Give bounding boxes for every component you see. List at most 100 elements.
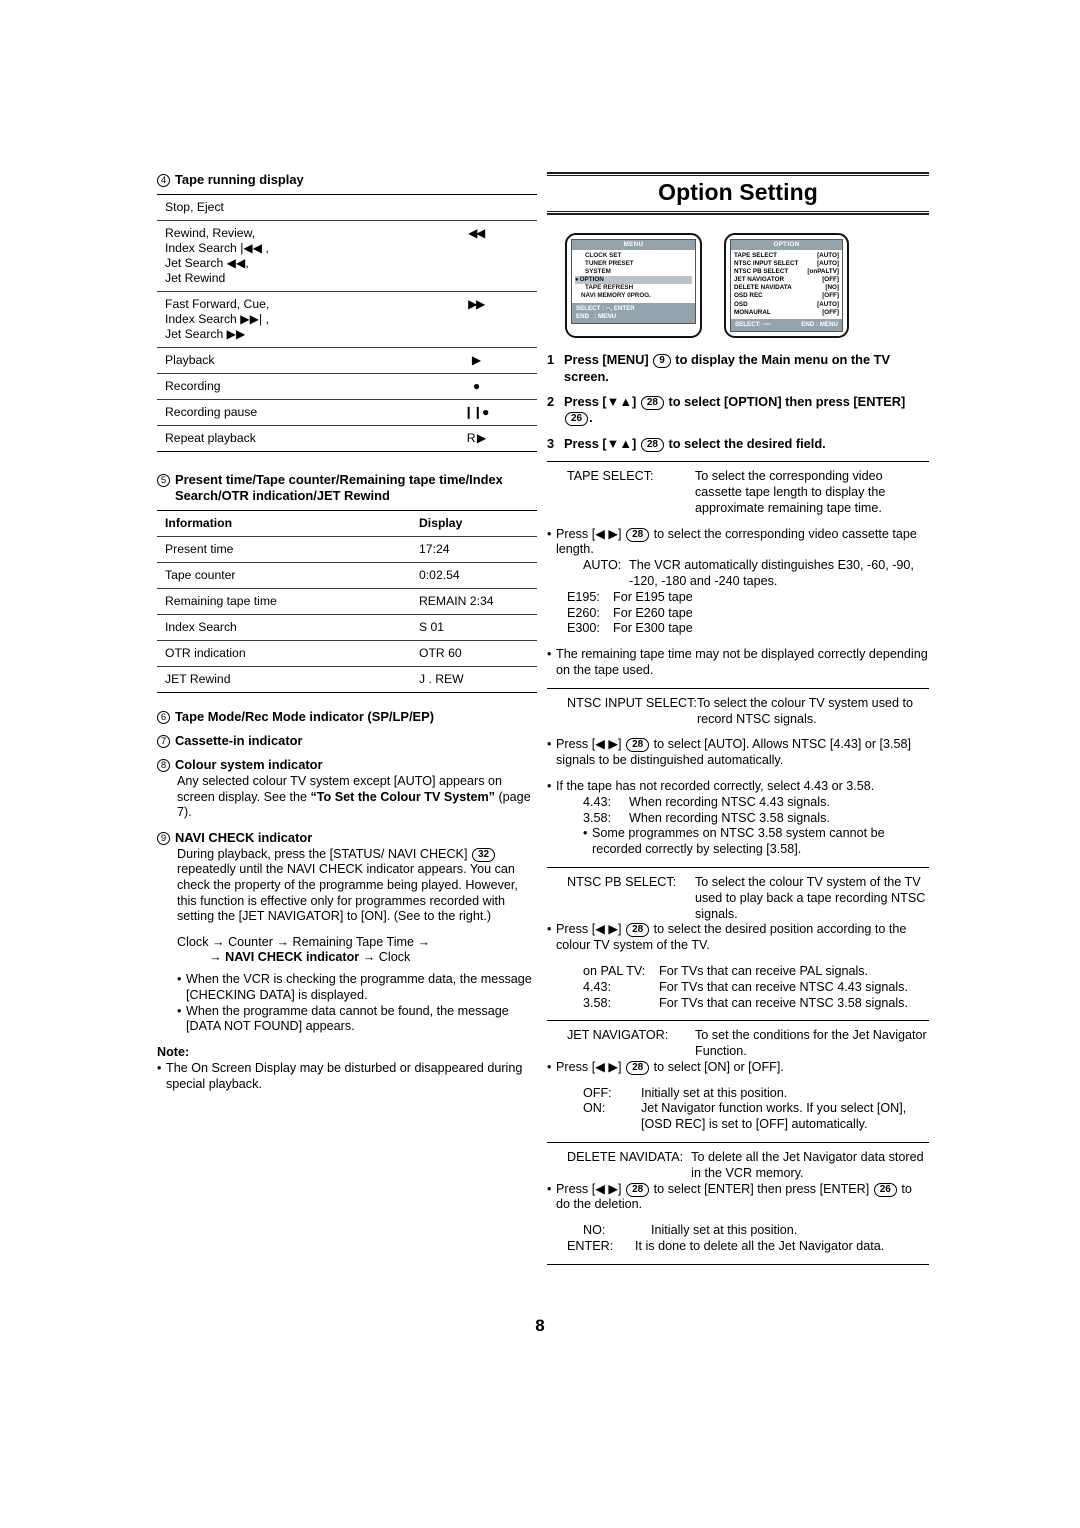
bullet-text: The On Screen Display may be disturbed o… — [166, 1060, 523, 1091]
row-information: OTR indication — [165, 646, 246, 660]
option-menu-footer: SELECT: ▫▫▫▫ END : MENU — [731, 318, 842, 332]
option-row[interactable]: NTSC PB SELECT [onPALTV] — [734, 268, 839, 276]
section-title: NAVI CHECK indicator — [175, 829, 313, 845]
table-row: OTR indication OTR 60 — [157, 641, 537, 667]
option-value: [AUTO] — [817, 260, 839, 268]
procedure-steps: 1 Press [MENU] 9 to display the Main men… — [547, 352, 929, 452]
menu-item[interactable]: NAVI MEMORY 0PROG. — [575, 292, 692, 300]
menu-item[interactable]: TAPE REFRESH — [575, 284, 692, 292]
section-heading-tape-running-display: 4 Tape running display — [157, 172, 537, 188]
section-title: Present time/Tape counter/Remaining tape… — [175, 472, 503, 503]
table-row: Playback ▶ — [157, 348, 537, 374]
navi-check-flow-line-1: Clock → Counter → Remaining Tape Time → — [177, 934, 431, 949]
option-definition: NO: Initially set at this position. — [547, 1223, 929, 1239]
bullet-icon: • — [583, 826, 588, 841]
step-text-part-1: Press [▼▲] — [564, 393, 640, 409]
option-definition: E195: For E195 tape — [547, 590, 929, 606]
option-row[interactable]: NTSC INPUT SELECT [AUTO] — [734, 260, 839, 268]
colour-system-body: Any selected colour TV system except [AU… — [157, 774, 537, 821]
section-number-icon: 9 — [157, 831, 170, 845]
bullet-text: Press [◀ ▶] 28 to select [AUTO]. Allows … — [556, 737, 929, 769]
menu-item-selected[interactable]: ●OPTION — [575, 276, 692, 285]
menu-item[interactable]: SYSTEM — [575, 268, 692, 276]
list-item: • The remaining tape time may not be dis… — [547, 647, 929, 679]
row-display: ● — [472, 379, 480, 393]
bullet-icon: • — [547, 647, 552, 662]
section-title: Colour system indicator — [175, 757, 323, 772]
option-value: For E260 tape — [613, 605, 693, 620]
option-row[interactable]: TAPE SELECT [AUTO] — [734, 252, 839, 260]
bullet-part-1: Press [◀ ▶] — [556, 922, 626, 937]
option-menu-screen: OPTION TAPE SELECT [AUTO] NTSC INPUT SELE… — [724, 233, 849, 339]
menu-item[interactable]: TUNER PRESET — [575, 260, 692, 268]
row-display — [419, 195, 537, 221]
option-key: 4.43: — [583, 979, 612, 994]
row-information: JET Rewind — [165, 672, 231, 686]
definition-label: JET NAVIGATOR: — [567, 1028, 669, 1043]
table-row: Tape counter 0:02.54 — [157, 563, 537, 589]
option-label: OSD REC — [734, 292, 763, 300]
option-value: [OFF] — [822, 308, 839, 316]
option-row[interactable]: MONAURAL [OFF] — [734, 309, 839, 317]
section-title: Tape running display — [175, 172, 304, 187]
flow-arrow: → — [209, 950, 226, 965]
bullet-part-1: Press [◀ ▶] — [556, 526, 626, 541]
row-label: Recording pause — [165, 405, 258, 419]
menu-item[interactable]: CLOCK SET — [575, 252, 692, 260]
row-display: J . REW — [419, 672, 464, 686]
row-display: ▶▶ — [468, 297, 485, 311]
key-reference-badge: 28 — [626, 527, 650, 542]
row-display: ❙❙● — [463, 405, 490, 419]
section-heading-present-time: 5 Present time/Tape counter/Remaining ta… — [157, 472, 537, 504]
bullet-icon: • — [547, 737, 552, 752]
row-label: Recording — [165, 379, 221, 393]
option-key: AUTO: — [583, 558, 622, 573]
bullet-text: The remaining tape time may not be displ… — [556, 647, 928, 677]
option-row[interactable]: OSD [AUTO] — [734, 301, 839, 309]
option-key: E300: — [567, 621, 600, 636]
column-header-information: Information — [165, 516, 233, 530]
section-heading-colour-system: 8 Colour system indicator — [157, 757, 537, 773]
bullet-text: Some programmes on NTSC 3.58 system cann… — [592, 826, 885, 857]
option-row[interactable]: DELETE NAVIDATA [NO] — [734, 284, 839, 292]
bullet-part-2: to select [ENTER] then press [ENTER] — [650, 1181, 873, 1196]
option-definition: AUTO: The VCR automatically distinguishe… — [547, 558, 929, 590]
section-heading-cassette-in: 7 Cassette-in indicator — [157, 733, 537, 749]
footer-end-row: END : MENU — [576, 313, 691, 321]
left-column: 4 Tape running display Stop, Eject Rewin… — [157, 172, 537, 1092]
option-key: E260: — [567, 605, 600, 620]
row-label: Fast Forward, Cue, Index Search ▶▶| , Je… — [165, 297, 270, 341]
table-row: Fast Forward, Cue, Index Search ▶▶| , Je… — [157, 292, 537, 348]
option-row[interactable]: JET NAVIGATOR [OFF] — [734, 276, 839, 284]
bullet-icon: • — [547, 922, 552, 937]
option-row[interactable]: OSD REC [OFF] — [734, 292, 839, 300]
row-information: Index Search — [165, 620, 237, 634]
option-key: ON: — [583, 1101, 606, 1116]
block-ntsc-pb-select: NTSC PB SELECT: To select the colour TV … — [547, 866, 929, 1020]
option-definition: E300: For E300 tape — [547, 621, 929, 637]
section-number-icon: 7 — [157, 735, 170, 748]
footer-select-key: SELECT : — [576, 304, 605, 312]
option-value: Initially set at this position. — [651, 1223, 798, 1238]
table-header-row: Information Display — [157, 511, 537, 537]
row-display: OTR 60 — [419, 646, 462, 660]
footer-end-key: END — [576, 312, 590, 320]
bullet-text: If the tape has not recorded correctly, … — [556, 778, 875, 793]
definition-description: To select the colour TV system of the TV… — [695, 874, 926, 921]
option-value: [OFF] — [822, 292, 839, 300]
row-label: Rewind, Review, Index Search |◀◀ , Jet S… — [165, 226, 269, 285]
step-text-part-3: . — [589, 410, 593, 426]
key-reference-badge-2: 26 — [565, 412, 589, 427]
option-menu-inner: OPTION TAPE SELECT [AUTO] NTSC INPUT SELE… — [730, 239, 843, 333]
row-information: Remaining tape time — [165, 594, 277, 608]
option-value: [OFF] — [822, 276, 839, 284]
key-reference-badge: 32 — [471, 847, 496, 862]
title-rule-bottom — [547, 211, 929, 215]
option-key: 3.58: — [583, 995, 612, 1010]
definition-row: NTSC PB SELECT: To select the colour TV … — [547, 875, 929, 922]
option-definition: E260: For E260 tape — [547, 606, 929, 622]
option-value: [NO] — [825, 284, 839, 292]
option-definition: 4.43: When recording NTSC 4.43 signals. — [547, 795, 929, 811]
option-label: MONAURAL — [734, 308, 771, 316]
option-value: It is done to delete all the Jet Navigat… — [635, 1239, 885, 1254]
